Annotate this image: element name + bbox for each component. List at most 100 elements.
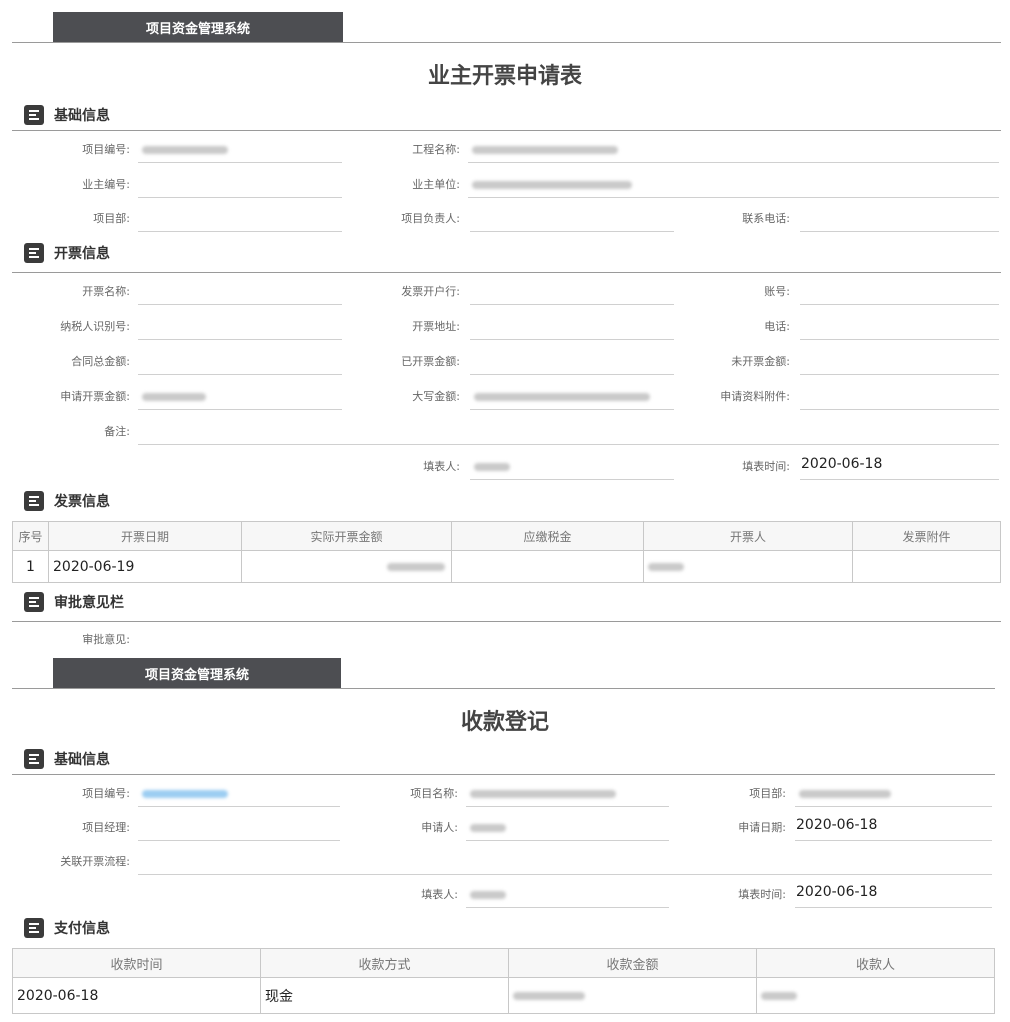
label-owner-no: 业主编号:: [82, 178, 130, 191]
label-project-name: 项目名称:: [410, 787, 458, 800]
dept-field[interactable]: [795, 782, 992, 807]
section-label: 基础信息: [54, 108, 110, 124]
apply-date-value: 2020-06-18: [796, 817, 878, 833]
label-project-name: 工程名称:: [412, 143, 460, 156]
tel-field[interactable]: [800, 315, 999, 340]
col-header: 开票日期: [48, 521, 242, 551]
col-header: 收款时间: [12, 948, 261, 978]
section-label: 发票信息: [54, 494, 110, 510]
label-phone: 联系电话:: [742, 212, 790, 225]
payment-table: 收款时间 收款方式 收款金额 收款人 2020-06-18 现金: [12, 948, 995, 1014]
label-contract-total: 合同总金额:: [71, 355, 130, 368]
invoice-table: 序号 开票日期 实际开票金额 应缴税金 开票人 发票附件 1 2020-06-1…: [12, 521, 1001, 583]
label-apply-amount: 申请开票金额:: [60, 390, 130, 403]
cell-attachment[interactable]: [852, 550, 1001, 583]
label-amount-words: 大写金额:: [412, 390, 460, 403]
divider: [12, 621, 1001, 622]
col-header: 序号: [12, 521, 49, 551]
label-manager: 项目负责人:: [401, 212, 460, 225]
label-invoice-name: 开票名称:: [82, 285, 130, 298]
project-name-field[interactable]: [466, 782, 669, 807]
cell-issuer: [643, 550, 853, 583]
label-project-no: 项目编号:: [82, 787, 130, 800]
label-uninvoiced: 未开票金额:: [731, 355, 790, 368]
table-row[interactable]: 1 2020-06-19: [12, 550, 1001, 583]
project-no-field[interactable]: [138, 138, 342, 163]
system-tab[interactable]: 项目资金管理系统: [53, 12, 343, 42]
dept-field[interactable]: [138, 207, 342, 232]
divider: [12, 130, 1001, 131]
label-applicant: 申请人:: [421, 821, 458, 834]
account-field[interactable]: [800, 280, 999, 305]
label-bank: 发票开户行:: [401, 285, 460, 298]
label-tel: 电话:: [764, 320, 790, 333]
table-row[interactable]: 2020-06-18 现金: [12, 977, 995, 1014]
section-label: 开票信息: [54, 246, 110, 262]
list-icon: [24, 592, 44, 612]
label-attachments: 申请资料附件:: [720, 390, 790, 403]
filler-field[interactable]: [466, 883, 669, 908]
col-header: 实际开票金额: [241, 521, 452, 551]
form-title: 收款登记: [460, 710, 549, 735]
cell-time: 2020-06-18: [12, 977, 261, 1014]
list-icon: [24, 243, 44, 263]
label-invoiced: 已开票金额:: [401, 355, 460, 368]
amount-words-field[interactable]: [470, 385, 674, 410]
address-field[interactable]: [470, 315, 674, 340]
fill-time-value: 2020-06-18: [801, 456, 883, 472]
col-header: 收款人: [756, 948, 995, 978]
project-no-field[interactable]: [138, 782, 340, 807]
remark-field[interactable]: [138, 420, 999, 445]
label-fill-time: 填表时间:: [742, 460, 790, 473]
cell-no: 1: [12, 550, 49, 583]
list-icon: [24, 749, 44, 769]
col-header: 收款方式: [260, 948, 509, 978]
label-tax-id: 纳税人识别号:: [60, 320, 130, 333]
manager-field[interactable]: [470, 207, 674, 232]
filler-field[interactable]: [470, 455, 674, 480]
label-filler: 填表人:: [423, 460, 460, 473]
label-remark: 备注:: [104, 425, 130, 438]
tax-id-field[interactable]: [138, 315, 342, 340]
section-header-approval: 审批意见栏: [24, 591, 124, 613]
list-icon: [24, 918, 44, 938]
cell-amount: [508, 977, 757, 1014]
system-tab-bar: 项目资金管理系统: [12, 12, 1001, 43]
label-fill-time: 填表时间:: [738, 888, 786, 901]
manager-field[interactable]: [138, 816, 340, 841]
phone-field[interactable]: [800, 207, 999, 232]
attachments-field[interactable]: [800, 385, 999, 410]
system-tab-bar: 项目资金管理系统: [12, 658, 995, 689]
section-label: 基础信息: [54, 752, 110, 768]
table-header-row: 序号 开票日期 实际开票金额 应缴税金 开票人 发票附件: [12, 521, 1001, 551]
list-icon: [24, 105, 44, 125]
label-account: 账号:: [764, 285, 790, 298]
owner-unit-field[interactable]: [468, 173, 999, 198]
label-dept: 项目部:: [749, 787, 786, 800]
fill-time-value: 2020-06-18: [796, 884, 878, 900]
label-linked-flow: 关联开票流程:: [60, 855, 130, 868]
apply-amount-field[interactable]: [138, 385, 342, 410]
section-header-basic: 基础信息: [24, 748, 110, 770]
project-name-field[interactable]: [468, 138, 999, 163]
system-tab[interactable]: 项目资金管理系统: [53, 658, 341, 688]
uninvoiced-field[interactable]: [800, 350, 999, 375]
label-owner-unit: 业主单位:: [412, 178, 460, 191]
linked-flow-field[interactable]: [138, 850, 992, 875]
section-header-invoice: 开票信息: [24, 242, 110, 264]
cell-amount: [241, 550, 452, 583]
col-header: 发票附件: [852, 521, 1001, 551]
cell-payee: [756, 977, 995, 1014]
col-header: 收款金额: [508, 948, 757, 978]
contract-total-field[interactable]: [138, 350, 342, 375]
invoice-name-field[interactable]: [138, 280, 342, 305]
owner-no-field[interactable]: [138, 173, 342, 198]
section-header-receipts: 发票信息: [24, 490, 110, 512]
list-icon: [24, 491, 44, 511]
label-apply-date: 申请日期:: [738, 821, 786, 834]
applicant-field[interactable]: [466, 816, 669, 841]
form-title: 业主开票申请表: [427, 64, 582, 89]
bank-field[interactable]: [470, 280, 674, 305]
cell-date: 2020-06-19: [48, 550, 242, 583]
invoiced-field[interactable]: [470, 350, 674, 375]
